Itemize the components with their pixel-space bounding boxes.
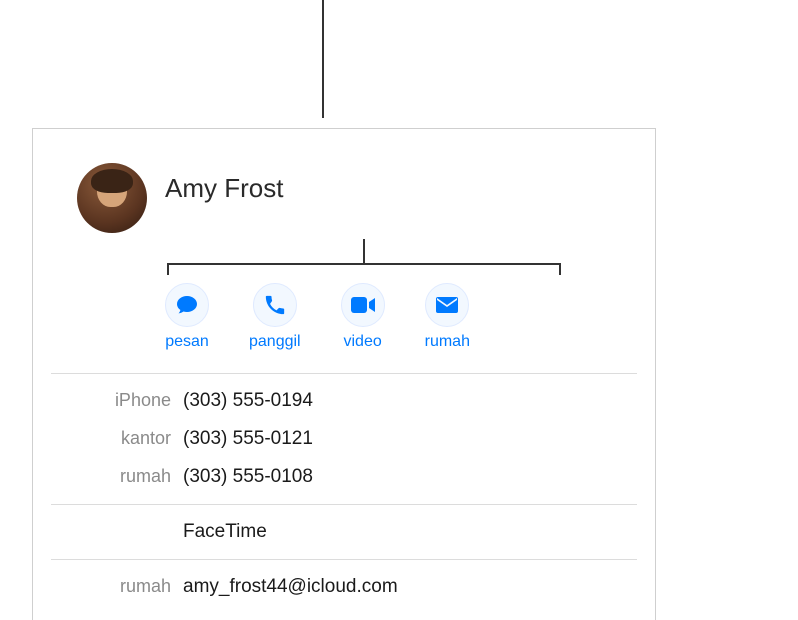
phone-value: (303) 555-0108 [183,466,313,488]
video-label: video [343,333,381,351]
contact-card: Amy Frost pesan panggil [32,128,656,620]
contact-name: Amy Frost [165,173,283,204]
email-row[interactable]: rumah amy_frost44@icloud.com [33,568,655,606]
call-label: panggil [249,333,301,351]
email-section: rumah amy_frost44@icloud.com [33,560,655,614]
video-button[interactable]: video [341,283,385,351]
phone-icon [253,283,297,327]
mail-button[interactable]: rumah [425,283,470,351]
phone-value: (303) 555-0194 [183,390,313,412]
contact-header: Amy Frost [33,129,655,233]
message-label: pesan [165,333,209,351]
annotation-bracket [167,251,561,275]
message-button[interactable]: pesan [165,283,209,351]
phone-section: iPhone (303) 555-0194 kantor (303) 555-0… [33,374,655,504]
phone-label: iPhone [33,390,183,411]
annotation-callout-stem [322,0,324,118]
email-value: amy_frost44@icloud.com [183,576,398,598]
video-icon [341,283,385,327]
email-label: rumah [33,576,183,597]
mail-icon [425,283,469,327]
phone-value: (303) 555-0121 [183,428,313,450]
phone-row[interactable]: iPhone (303) 555-0194 [33,382,655,420]
phone-label: rumah [33,466,183,487]
facetime-row[interactable]: FaceTime [33,513,655,551]
message-icon [165,283,209,327]
phone-row[interactable]: kantor (303) 555-0121 [33,420,655,458]
phone-label: kantor [33,428,183,449]
quick-actions: pesan panggil video rumah [33,275,655,373]
facetime-section: FaceTime [33,505,655,559]
facetime-label: FaceTime [183,521,267,543]
call-button[interactable]: panggil [249,283,301,351]
avatar[interactable] [77,163,147,233]
phone-row[interactable]: rumah (303) 555-0108 [33,458,655,496]
mail-label: rumah [425,333,470,351]
